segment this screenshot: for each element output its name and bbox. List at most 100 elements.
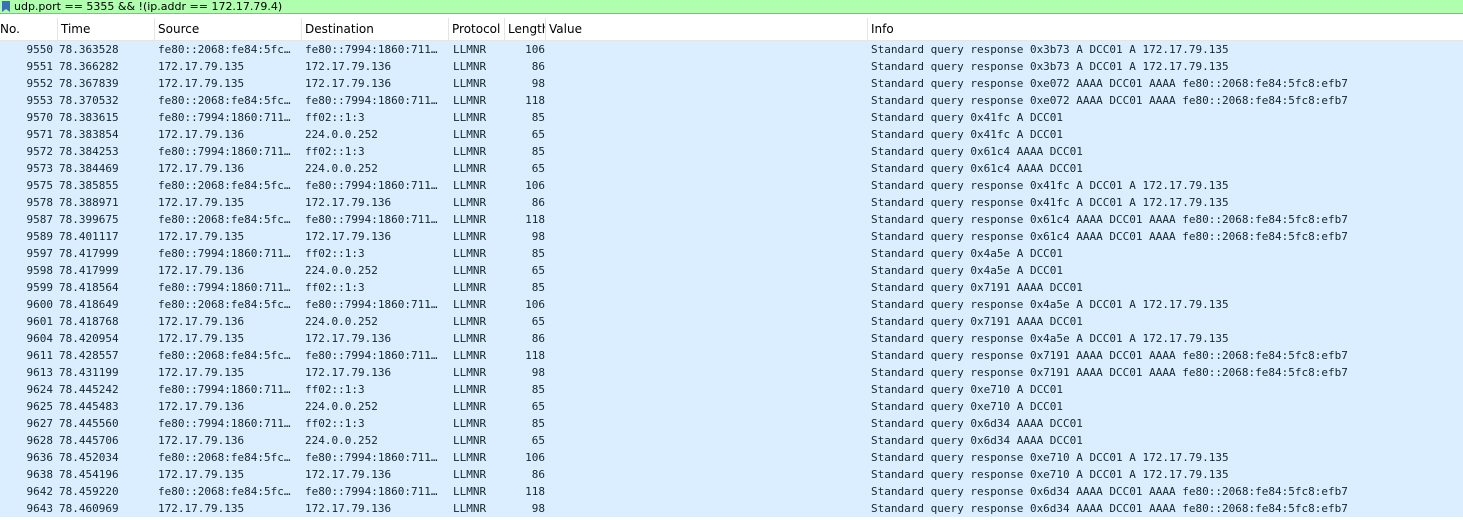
packet-row[interactable]: 9600 78.418649 fe80::2068:fe84:5fc… fe80::7…	[0, 296, 1463, 313]
packet-length: 65	[531, 162, 545, 175]
packet-protocol: LLMNR	[453, 315, 487, 328]
packet-protocol: LLMNR	[453, 230, 487, 243]
packet-time: 78.418649	[59, 298, 119, 311]
packet-destination: fe80::7994:1860:711…	[305, 94, 438, 107]
packet-time: 78.445560	[59, 417, 119, 430]
packet-length: 118	[525, 349, 545, 362]
packet-info: Standard query 0x6d34 AAAA DCC01	[871, 434, 1083, 447]
packet-destination: 224.0.0.252	[305, 162, 378, 175]
column-header-destination[interactable]: Destination	[301, 18, 449, 41]
packet-value	[550, 398, 865, 415]
packet-length: 86	[531, 196, 545, 209]
packet-source: 172.17.79.136	[158, 162, 245, 175]
packet-time: 78.418564	[59, 281, 119, 294]
packet-value	[550, 296, 865, 313]
packet-length: 65	[531, 434, 545, 447]
packet-row[interactable]: 9625 78.445483 172.17.79.136 224.0.0.252 LLM…	[0, 398, 1463, 415]
packet-value	[550, 228, 865, 245]
packet-info: Standard query 0x41fc A DCC01	[871, 128, 1064, 141]
column-header-no[interactable]: No.	[0, 18, 58, 41]
packet-info: Standard query response 0x7191 AAAA DCC0…	[871, 349, 1348, 362]
packet-row[interactable]: 9571 78.383854 172.17.79.136 224.0.0.252 LLM…	[0, 126, 1463, 143]
packet-row[interactable]: 9643 78.460969 172.17.79.135 172.17.79.136 L…	[0, 500, 1463, 517]
packet-time: 78.417999	[59, 247, 119, 260]
packet-destination: 172.17.79.136	[305, 196, 392, 209]
packet-info: Standard query 0x6d34 AAAA DCC01	[871, 417, 1083, 430]
packet-time: 78.384253	[59, 145, 119, 158]
packet-row[interactable]: 9613 78.431199 172.17.79.135 172.17.79.136 L…	[0, 364, 1463, 381]
column-header-protocol[interactable]: Protocol	[448, 18, 505, 41]
packet-row[interactable]: 9553 78.370532 fe80::2068:fe84:5fc… fe80::7…	[0, 92, 1463, 109]
packet-row[interactable]: 9551 78.366282 172.17.79.135 172.17.79.136 L…	[0, 58, 1463, 75]
packet-length: 85	[531, 145, 545, 158]
packet-time: 78.420954	[59, 332, 119, 345]
packet-row[interactable]: 9575 78.385855 fe80::2068:fe84:5fc… fe80::7…	[0, 177, 1463, 194]
packet-value	[550, 330, 865, 347]
packet-row[interactable]: 9627 78.445560 fe80::7994:1860:711… ff02::1…	[0, 415, 1463, 432]
packet-protocol: LLMNR	[453, 417, 487, 430]
packet-row[interactable]: 9599 78.418564 fe80::7994:1860:711… ff02::1…	[0, 279, 1463, 296]
packet-no: 9643	[26, 502, 54, 515]
packet-length: 98	[531, 77, 545, 90]
packet-row[interactable]: 9638 78.454196 172.17.79.135 172.17.79.136 L…	[0, 466, 1463, 483]
packet-info: Standard query response 0x6d34 AAAA DCC0…	[871, 485, 1348, 498]
packet-protocol: LLMNR	[453, 332, 487, 345]
packet-row[interactable]: 9642 78.459220 fe80::2068:fe84:5fc… fe80::7…	[0, 483, 1463, 500]
packet-row[interactable]: 9587 78.399675 fe80::2068:fe84:5fc… fe80::7…	[0, 211, 1463, 228]
packet-time: 78.383854	[59, 128, 119, 141]
packet-row[interactable]: 9604 78.420954 172.17.79.135 172.17.79.136 L…	[0, 330, 1463, 347]
packet-row[interactable]: 9611 78.428557 fe80::2068:fe84:5fc… fe80::7…	[0, 347, 1463, 364]
column-header-source[interactable]: Source	[154, 18, 302, 41]
packet-row[interactable]: 9636 78.452034 fe80::2068:fe84:5fc… fe80::7…	[0, 449, 1463, 466]
packet-no: 9642	[26, 485, 54, 498]
packet-value	[550, 347, 865, 364]
packet-row[interactable]: 9597 78.417999 fe80::7994:1860:711… ff02::1…	[0, 245, 1463, 262]
packet-destination: fe80::7994:1860:711…	[305, 179, 438, 192]
packet-length: 85	[531, 111, 545, 124]
packet-row[interactable]: 9572 78.384253 fe80::7994:1860:711… ff02::1…	[0, 143, 1463, 160]
packet-destination: ff02::1:3	[305, 111, 365, 124]
packet-row[interactable]: 9601 78.418768 172.17.79.136 224.0.0.252 LLM…	[0, 313, 1463, 330]
packet-destination: 224.0.0.252	[305, 315, 378, 328]
packet-destination: 224.0.0.252	[305, 400, 378, 413]
packet-no: 9552	[26, 77, 54, 90]
packet-value	[550, 41, 865, 58]
packet-row[interactable]: 9598 78.417999 172.17.79.136 224.0.0.252 LLM…	[0, 262, 1463, 279]
packet-row[interactable]: 9628 78.445706 172.17.79.136 224.0.0.252 LLM…	[0, 432, 1463, 449]
packet-destination: ff02::1:3	[305, 383, 365, 396]
packet-no: 9601	[26, 315, 54, 328]
packet-time: 78.401117	[59, 230, 119, 243]
packet-destination: 172.17.79.136	[305, 230, 392, 243]
packet-source: fe80::2068:fe84:5fc…	[158, 349, 291, 362]
column-header-info[interactable]: Info	[867, 18, 1463, 41]
display-filter-input[interactable]: udp.port == 5355 && !(ip.addr == 172.17.…	[12, 0, 282, 13]
packet-info: Standard query response 0x7191 AAAA DCC0…	[871, 366, 1348, 379]
display-filter-bar[interactable]: udp.port == 5355 && !(ip.addr == 172.17.…	[0, 0, 1463, 14]
packet-row[interactable]: 9552 78.367839 172.17.79.135 172.17.79.136 L…	[0, 75, 1463, 92]
packet-row[interactable]: 9578 78.388971 172.17.79.135 172.17.79.136 L…	[0, 194, 1463, 211]
packet-destination: 172.17.79.136	[305, 502, 392, 515]
packet-no: 9599	[26, 281, 54, 294]
column-header-value[interactable]: Value	[545, 18, 868, 41]
packet-row[interactable]: 9624 78.445242 fe80::7994:1860:711… ff02::1…	[0, 381, 1463, 398]
packet-info: Standard query response 0x61c4 AAAA DCC0…	[871, 230, 1348, 243]
column-header-time[interactable]: Time	[57, 18, 155, 41]
packet-info: Standard query 0x61c4 AAAA DCC01	[871, 145, 1083, 158]
packet-length: 65	[531, 315, 545, 328]
packet-row[interactable]: 9570 78.383615 fe80::7994:1860:711… ff02::1…	[0, 109, 1463, 126]
packet-row[interactable]: 9589 78.401117 172.17.79.135 172.17.79.136 L…	[0, 228, 1463, 245]
packet-protocol: LLMNR	[453, 43, 487, 56]
packet-row[interactable]: 9550 78.363528 fe80::2068:fe84:5fc… fe80::7…	[0, 41, 1463, 58]
packet-protocol: LLMNR	[453, 349, 487, 362]
packet-length: 98	[531, 502, 545, 515]
packet-row[interactable]: 9573 78.384469 172.17.79.136 224.0.0.252 LLM…	[0, 160, 1463, 177]
packet-destination: fe80::7994:1860:711…	[305, 213, 438, 226]
packet-time: 78.370532	[59, 94, 119, 107]
packet-destination: fe80::7994:1860:711…	[305, 349, 438, 362]
packet-protocol: LLMNR	[453, 60, 487, 73]
packet-protocol: LLMNR	[453, 434, 487, 447]
column-header-length[interactable]: Length	[504, 18, 546, 41]
bookmark-icon[interactable]	[0, 0, 12, 14]
packet-protocol: LLMNR	[453, 196, 487, 209]
packet-source: 172.17.79.136	[158, 434, 245, 447]
